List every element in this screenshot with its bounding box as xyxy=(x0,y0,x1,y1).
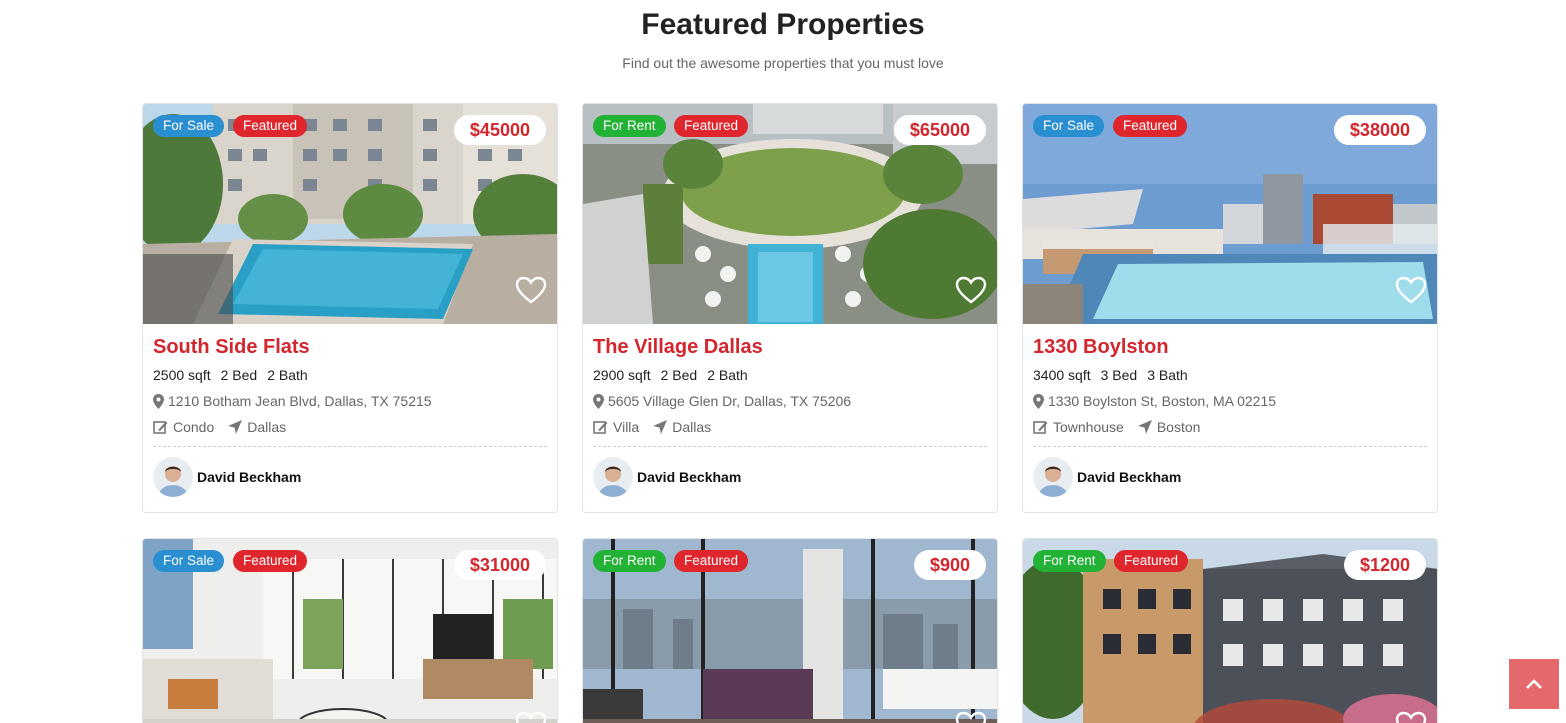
property-photo[interactable]: For Rent Featured $900 xyxy=(583,539,997,723)
featured-badge: Featured xyxy=(674,115,749,137)
location-arrow-icon xyxy=(653,420,668,434)
property-specs: 2500 sqft 2 Bed 2 Bath xyxy=(153,366,547,384)
map-marker-icon xyxy=(1033,393,1044,409)
property-card[interactable]: For Sale Featured $38000 1330 Boylston 3… xyxy=(1022,103,1438,513)
price-tag: $38000 xyxy=(1333,115,1426,145)
property-card[interactable]: For Rent Featured $900 xyxy=(582,538,998,723)
agent-info[interactable]: David Beckham xyxy=(1033,457,1427,497)
heart-icon[interactable] xyxy=(515,276,547,304)
featured-badge: Featured xyxy=(233,550,308,572)
sqft: 2500 sqft xyxy=(153,367,211,383)
property-card[interactable]: For Rent Featured $65000 The Village Dal… xyxy=(582,103,998,513)
agent-name[interactable]: David Beckham xyxy=(197,469,301,485)
property-specs: 3400 sqft 3 Bed 3 Bath xyxy=(1033,366,1427,384)
property-card[interactable]: For Rent Featured $1200 xyxy=(1022,538,1438,723)
beds: 2 Bed xyxy=(220,367,258,383)
baths: 3 Bath xyxy=(1147,367,1188,383)
address-text: 1330 Boylston St, Boston, MA 02215 xyxy=(1048,393,1277,409)
status-badge: For Sale xyxy=(1033,115,1105,137)
agent-info[interactable]: David Beckham xyxy=(593,457,987,497)
property-type[interactable]: Townhouse xyxy=(1053,418,1124,436)
address-text: 1210 Botham Jean Blvd, Dallas, TX 75215 xyxy=(168,393,432,409)
heart-icon[interactable] xyxy=(955,711,987,723)
featured-badge: Featured xyxy=(233,115,308,137)
property-address: 5605 Village Glen Dr, Dallas, TX 75206 xyxy=(593,392,987,410)
beds: 2 Bed xyxy=(660,367,698,383)
price-tag: $31000 xyxy=(453,550,546,580)
property-city[interactable]: Dallas xyxy=(672,418,711,436)
sqft: 2900 sqft xyxy=(593,367,651,383)
property-meta: Townhouse Boston xyxy=(1033,418,1427,436)
status-badge: For Sale xyxy=(153,115,225,137)
property-city[interactable]: Dallas xyxy=(247,418,286,436)
price-tag: $45000 xyxy=(453,115,546,145)
property-photo[interactable]: For Sale Featured $45000 xyxy=(143,104,557,324)
property-photo[interactable]: For Sale Featured $38000 xyxy=(1023,104,1437,324)
property-meta: Villa Dallas xyxy=(593,418,987,436)
featured-badge: Featured xyxy=(1114,550,1189,572)
agent-name[interactable]: David Beckham xyxy=(1077,469,1181,485)
heart-icon[interactable] xyxy=(1395,711,1427,723)
baths: 2 Bath xyxy=(267,367,308,383)
beds: 3 Bed xyxy=(1100,367,1138,383)
property-address: 1210 Botham Jean Blvd, Dallas, TX 75215 xyxy=(153,392,547,410)
section-subtitle: Find out the awesome properties that you… xyxy=(622,55,944,71)
map-marker-icon xyxy=(153,393,164,409)
baths: 2 Bath xyxy=(707,367,748,383)
edit-icon xyxy=(153,421,168,434)
edit-icon xyxy=(1033,421,1048,434)
status-badge: For Sale xyxy=(153,550,225,572)
divider xyxy=(593,446,987,447)
agent-info[interactable]: David Beckham xyxy=(153,457,547,497)
status-badge: For Rent xyxy=(593,550,666,572)
property-address: 1330 Boylston St, Boston, MA 02215 xyxy=(1033,392,1427,410)
property-photo[interactable]: For Rent Featured $1200 xyxy=(1023,539,1437,723)
price-tag: $900 xyxy=(913,550,986,580)
price-tag: $1200 xyxy=(1343,550,1426,580)
property-card[interactable]: For Sale Featured $45000 South Side Flat… xyxy=(142,103,558,513)
featured-badge: Featured xyxy=(674,550,749,572)
property-type[interactable]: Condo xyxy=(173,418,214,436)
featured-badge: Featured xyxy=(1113,115,1188,137)
avatar xyxy=(1033,457,1073,497)
divider xyxy=(153,446,547,447)
status-badge: For Rent xyxy=(593,115,666,137)
price-tag: $65000 xyxy=(893,115,986,145)
avatar xyxy=(593,457,633,497)
property-photo[interactable]: For Rent Featured $65000 xyxy=(583,104,997,324)
agent-name[interactable]: David Beckham xyxy=(637,469,741,485)
property-title[interactable]: 1330 Boylston xyxy=(1033,334,1427,360)
chevron-up-icon xyxy=(1526,679,1542,689)
property-city[interactable]: Boston xyxy=(1157,418,1201,436)
heart-icon[interactable] xyxy=(955,276,987,304)
property-specs: 2900 sqft 2 Bed 2 Bath xyxy=(593,366,987,384)
status-badge: For Rent xyxy=(1033,550,1106,572)
property-title[interactable]: The Village Dallas xyxy=(593,334,987,360)
section-title: Featured Properties xyxy=(641,8,925,41)
property-type[interactable]: Villa xyxy=(613,418,639,436)
heart-icon[interactable] xyxy=(1395,276,1427,304)
map-marker-icon xyxy=(593,393,604,409)
property-photo[interactable]: For Sale Featured $31000 xyxy=(143,539,557,723)
location-arrow-icon xyxy=(1137,420,1152,434)
divider xyxy=(1033,446,1427,447)
avatar xyxy=(153,457,193,497)
property-title[interactable]: South Side Flats xyxy=(153,334,547,360)
property-card[interactable]: For Sale Featured $31000 xyxy=(142,538,558,723)
location-arrow-icon xyxy=(228,420,243,434)
sqft: 3400 sqft xyxy=(1033,367,1091,383)
property-meta: Condo Dallas xyxy=(153,418,547,436)
edit-icon xyxy=(593,421,608,434)
scroll-top-button[interactable] xyxy=(1509,659,1559,709)
heart-icon[interactable] xyxy=(515,711,547,723)
address-text: 5605 Village Glen Dr, Dallas, TX 75206 xyxy=(608,393,852,409)
